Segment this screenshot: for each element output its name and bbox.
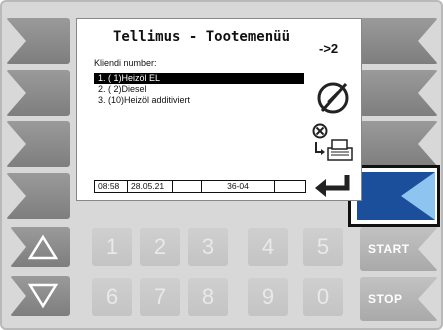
enter-icon — [315, 175, 350, 197]
start-label: START — [368, 242, 410, 256]
arrow-down-icon — [28, 283, 58, 309]
left-softkey-1[interactable] — [6, 18, 70, 64]
screen-title: Tellimus - Tootemenüü — [113, 29, 291, 45]
keypad-key-4[interactable]: 4 — [248, 228, 288, 266]
status-code: 36-04 — [202, 181, 275, 192]
printer-disabled-icon — [312, 123, 353, 161]
gauge-disabled-icon — [317, 82, 349, 114]
keypad-key-5[interactable]: 5 — [303, 228, 343, 266]
keypad-key-6[interactable]: 6 — [92, 278, 132, 316]
right-softkey-2[interactable] — [360, 70, 438, 116]
keypad-key-8[interactable]: 8 — [188, 278, 228, 316]
keypad-key-9[interactable]: 9 — [248, 278, 288, 316]
status-field — [275, 181, 305, 192]
status-bar: 08:58 28.05.21 36-04 — [94, 180, 306, 193]
status-date: 28.05.21 — [128, 181, 173, 192]
list-item[interactable]: 1. ( 1)Heizöl EL — [94, 73, 304, 84]
status-time: 08:58 — [95, 181, 128, 192]
list-item[interactable]: 3. (10)Heizöl additiviert — [94, 95, 304, 106]
start-button[interactable]: START — [360, 227, 438, 271]
right-softkey-3[interactable] — [360, 121, 438, 167]
arrow-up-icon — [28, 234, 58, 260]
stop-label: STOP — [368, 292, 403, 306]
display-screen: Tellimus - Tootemenüü ->2 Kliendi number… — [76, 18, 362, 201]
keypad-key-2[interactable]: 2 — [140, 228, 180, 266]
keypad-key-3[interactable]: 3 — [188, 228, 228, 266]
keypad-key-7[interactable]: 7 — [140, 278, 180, 316]
left-softkey-4[interactable] — [6, 173, 70, 219]
status-field — [173, 181, 202, 192]
keypad-key-1[interactable]: 1 — [92, 228, 132, 266]
page-indicator: ->2 — [319, 41, 339, 56]
left-softkey-2[interactable] — [6, 70, 70, 116]
arrow-up-button[interactable] — [10, 227, 70, 267]
left-softkey-3[interactable] — [6, 121, 70, 167]
list-item[interactable]: 2. ( 2)Diesel — [94, 84, 304, 95]
product-list: 1. ( 1)Heizöl EL 2. ( 2)Diesel 3. (10)He… — [94, 73, 304, 106]
right-softkey-1[interactable] — [360, 18, 438, 64]
keypad-key-0[interactable]: 0 — [303, 278, 343, 316]
stop-button[interactable]: STOP — [360, 277, 438, 321]
field-label: Kliendi number: — [94, 58, 157, 68]
right-softkey-4-active[interactable] — [357, 172, 435, 220]
arrow-down-button[interactable] — [10, 276, 70, 316]
